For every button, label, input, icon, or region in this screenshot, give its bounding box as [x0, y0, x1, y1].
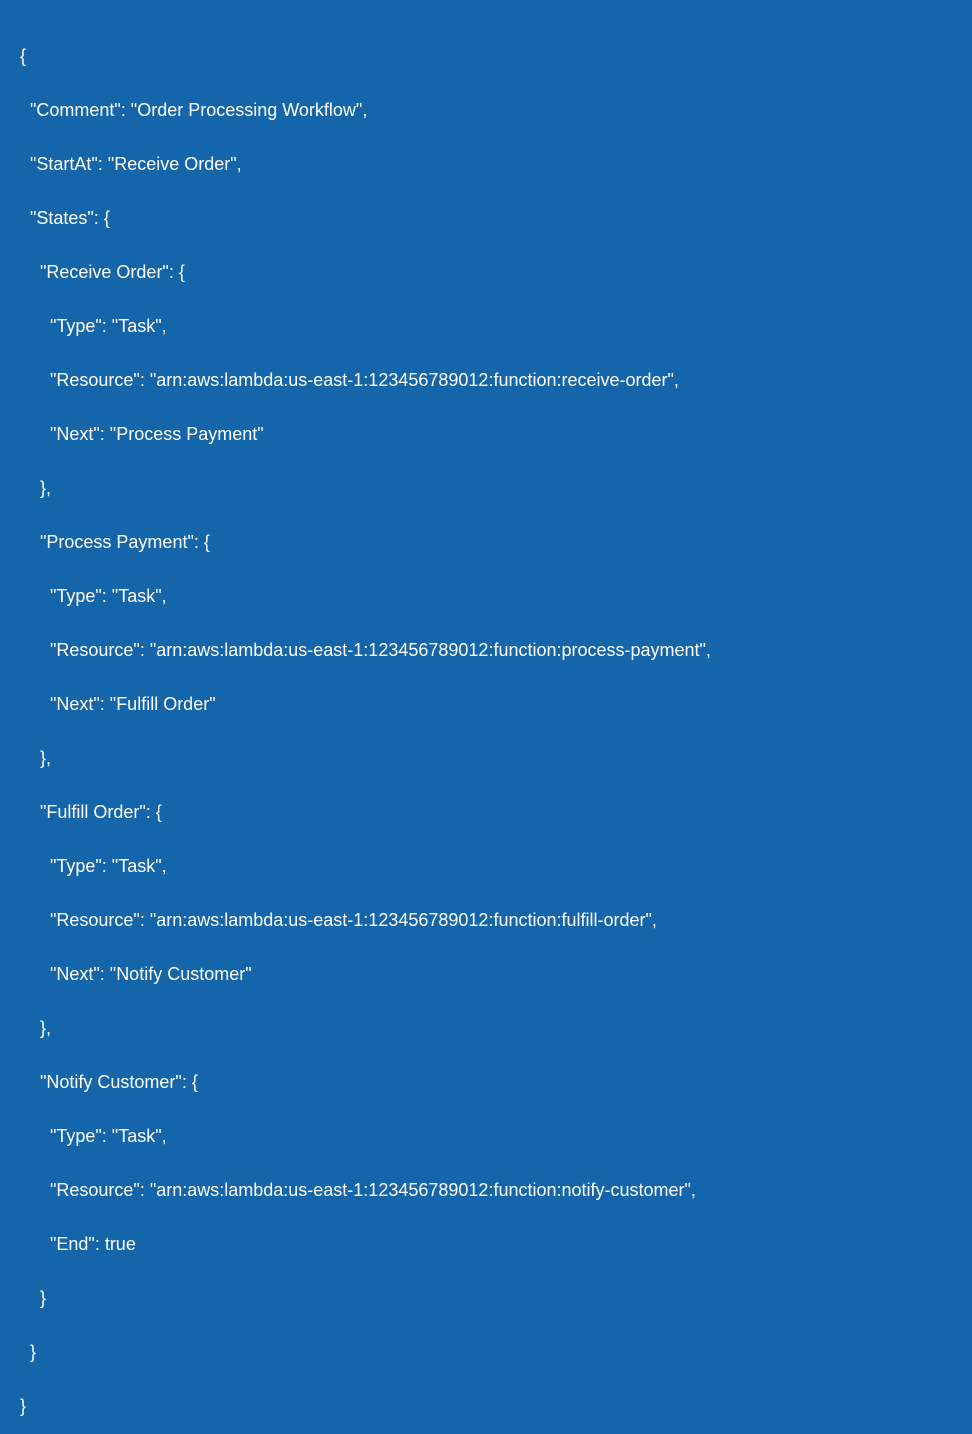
code-line: "Type": "Task", — [20, 313, 952, 340]
code-line: "Notify Customer": { — [20, 1069, 952, 1096]
code-line: } — [20, 1339, 952, 1366]
code-line: } — [20, 1285, 952, 1312]
code-line: }, — [20, 475, 952, 502]
code-line: "Resource": "arn:aws:lambda:us-east-1:12… — [20, 1177, 952, 1204]
code-line: "States": { — [20, 205, 952, 232]
code-line: "Resource": "arn:aws:lambda:us-east-1:12… — [20, 367, 952, 394]
code-line: "Fulfill Order": { — [20, 799, 952, 826]
code-line: "Resource": "arn:aws:lambda:us-east-1:12… — [20, 907, 952, 934]
code-line: "Receive Order": { — [20, 259, 952, 286]
code-line: "Next": "Notify Customer" — [20, 961, 952, 988]
code-line: }, — [20, 1015, 952, 1042]
code-line: "Next": "Fulfill Order" — [20, 691, 952, 718]
code-line: "End": true — [20, 1231, 952, 1258]
code-line: } — [20, 1393, 952, 1420]
code-line: "Type": "Task", — [20, 853, 952, 880]
code-line: "Type": "Task", — [20, 1123, 952, 1150]
code-line: "Comment": "Order Processing Workflow", — [20, 97, 952, 124]
code-line: "StartAt": "Receive Order", — [20, 151, 952, 178]
code-line: "Next": "Process Payment" — [20, 421, 952, 448]
json-code-block: { "Comment": "Order Processing Workflow"… — [20, 16, 952, 1434]
code-line: "Process Payment": { — [20, 529, 952, 556]
code-line: "Type": "Task", — [20, 583, 952, 610]
code-line: }, — [20, 745, 952, 772]
code-line: "Resource": "arn:aws:lambda:us-east-1:12… — [20, 637, 952, 664]
code-line: { — [20, 43, 952, 70]
